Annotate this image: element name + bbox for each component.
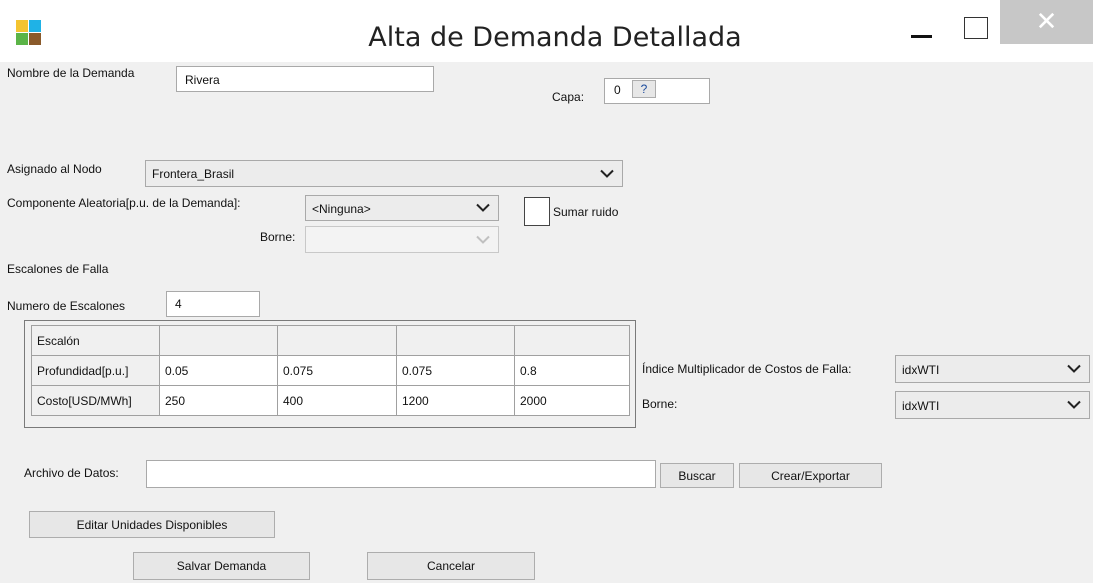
nombre-label: Nombre de la Demanda xyxy=(7,66,135,80)
table-cell[interactable]: 250 xyxy=(159,385,278,416)
escalones-section-title: Escalones de Falla xyxy=(7,262,109,276)
multiplicador-select[interactable]: idxWTI xyxy=(895,355,1090,383)
escalones-grid: Escalón Profundidad[p.u.] 0.05 0.075 0.0… xyxy=(24,320,636,428)
row-header-cell: Profundidad[p.u.] xyxy=(31,355,160,386)
crear-exportar-button[interactable]: Crear/Exportar xyxy=(739,463,882,488)
componente-select[interactable]: <Ninguna> xyxy=(305,195,499,221)
salvar-demanda-button[interactable]: Salvar Demanda xyxy=(133,552,310,580)
nombre-input[interactable]: Rivera xyxy=(176,66,434,92)
table-cell[interactable]: 0.8 xyxy=(514,355,630,386)
componente-borne-select[interactable] xyxy=(305,226,499,253)
nodo-label: Asignado al Nodo xyxy=(7,162,102,176)
componente-value: <Ninguna> xyxy=(312,202,371,216)
table-header-row: Escalón xyxy=(31,325,630,356)
multiplicador-value: idxWTI xyxy=(902,363,940,377)
table-cell[interactable]: 1200 xyxy=(396,385,515,416)
table-header-cell xyxy=(514,325,630,356)
indices-borne-value: idxWTI xyxy=(902,399,940,413)
table-cell[interactable]: 0.075 xyxy=(277,355,397,386)
componente-label: Componente Aleatoria[p.u. de la Demanda]… xyxy=(7,196,241,210)
chevron-down-icon xyxy=(1067,400,1081,409)
table-cell[interactable]: 400 xyxy=(277,385,397,416)
num-escalones-input[interactable]: 4 xyxy=(166,291,260,317)
title-bar: Alta de Demanda Detallada ✕ xyxy=(0,0,1093,62)
editar-unidades-button[interactable]: Editar Unidades Disponibles xyxy=(29,511,275,538)
table-header-cell xyxy=(277,325,397,356)
table-cell[interactable]: 0.075 xyxy=(396,355,515,386)
close-icon[interactable]: ✕ xyxy=(1000,0,1093,44)
cancelar-button[interactable]: Cancelar xyxy=(367,552,535,580)
num-escalones-label: Numero de Escalones xyxy=(7,299,126,313)
chevron-down-icon xyxy=(600,169,614,178)
capa-input[interactable]: 0 xyxy=(604,78,710,104)
table-cell[interactable]: 0.05 xyxy=(159,355,278,386)
sumar-ruido-label: Sumar ruido xyxy=(553,205,619,219)
chevron-down-icon xyxy=(1067,364,1081,373)
table-header-cell: Escalón xyxy=(31,325,160,356)
row-header-cell: Costo[USD/MWh] xyxy=(31,385,160,416)
archivo-label: Archivo de Datos: xyxy=(24,466,119,480)
minimize-icon[interactable] xyxy=(902,20,948,50)
chevron-down-icon xyxy=(476,235,490,244)
maximize-icon[interactable] xyxy=(960,13,990,41)
escalones-table: Escalón Profundidad[p.u.] 0.05 0.075 0.0… xyxy=(31,325,630,416)
table-row: Costo[USD/MWh] 250 400 1200 2000 xyxy=(31,385,630,416)
capa-value: 0 xyxy=(614,83,621,97)
table-cell[interactable]: 2000 xyxy=(514,385,630,416)
archivo-input[interactable] xyxy=(146,460,656,488)
nodo-value: Frontera_Brasil xyxy=(152,167,235,181)
nodo-select[interactable]: Frontera_Brasil xyxy=(145,160,623,187)
buscar-button[interactable]: Buscar xyxy=(660,463,734,488)
indices-borne-select[interactable]: idxWTI xyxy=(895,391,1090,419)
capa-help-button[interactable]: ? xyxy=(632,80,656,98)
table-header-cell xyxy=(396,325,515,356)
chevron-down-icon xyxy=(476,203,490,212)
table-header-cell xyxy=(159,325,278,356)
capa-label: Capa: xyxy=(552,90,585,104)
multiplicador-label: Índice Multiplicador de Costos de Falla: xyxy=(642,362,852,376)
indices-borne-label: Borne: xyxy=(642,397,678,411)
sumar-ruido-checkbox[interactable] xyxy=(524,197,550,226)
componente-borne-label: Borne: xyxy=(260,230,296,244)
table-row: Profundidad[p.u.] 0.05 0.075 0.075 0.8 xyxy=(31,355,630,386)
